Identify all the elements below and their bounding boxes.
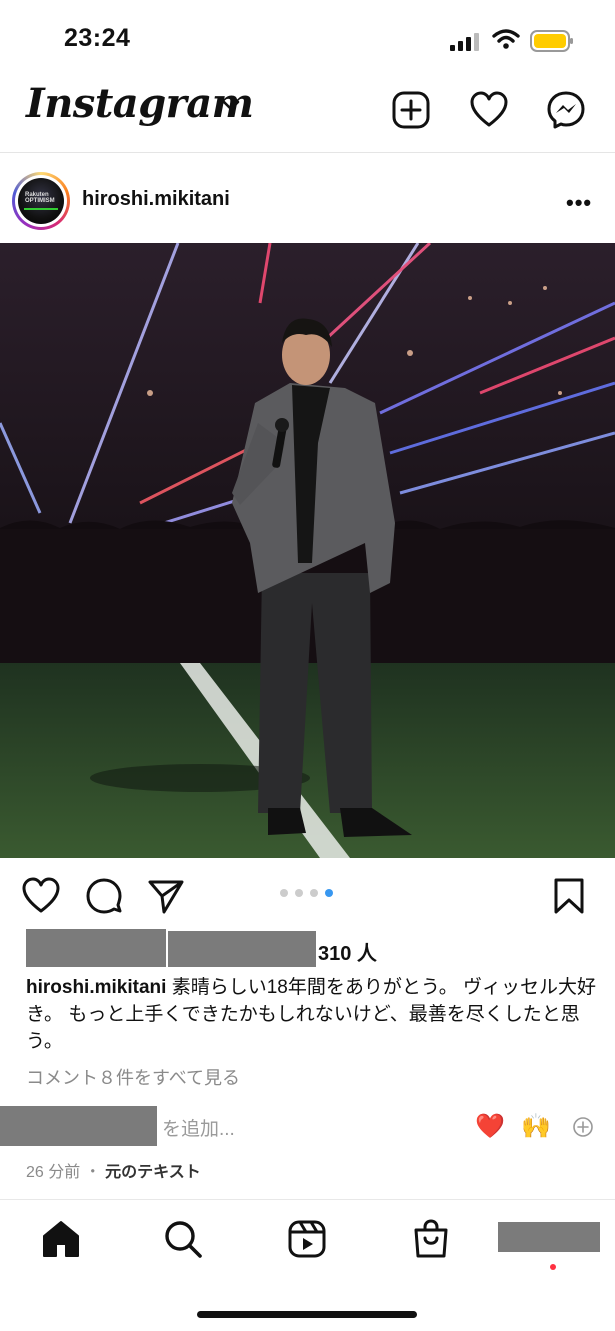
carousel-indicator <box>280 889 333 897</box>
bookmark-icon[interactable] <box>549 876 589 916</box>
home-indicator[interactable] <box>197 1311 417 1318</box>
battery-icon <box>530 30 573 52</box>
signal-icon <box>450 33 479 51</box>
avatar[interactable]: Rakuten OPTIMISM <box>18 178 64 224</box>
share-icon[interactable] <box>146 876 186 916</box>
heart-reaction-button[interactable]: ❤️ <box>475 1112 505 1141</box>
search-icon[interactable] <box>162 1218 204 1260</box>
notification-dot <box>550 1264 556 1270</box>
view-all-comments-link[interactable]: コメント８件をすべて見る <box>26 1064 240 1090</box>
redacted-commenter-avatar <box>0 1106 157 1146</box>
redacted-profile-avatar[interactable] <box>498 1222 600 1252</box>
home-icon[interactable] <box>40 1218 82 1260</box>
reels-icon[interactable] <box>286 1218 328 1260</box>
see-original-link[interactable]: 元のテキスト <box>105 1164 201 1181</box>
caption-username[interactable]: hiroshi.mikitani <box>26 977 166 998</box>
redacted-liker <box>168 931 316 967</box>
add-emoji-icon[interactable] <box>572 1116 594 1138</box>
chevron-down-icon[interactable] <box>222 100 240 112</box>
likes-count[interactable]: 310 人 <box>318 937 377 966</box>
post-photo[interactable] <box>0 243 615 858</box>
comment-icon[interactable] <box>84 876 124 916</box>
redacted-liker <box>26 929 166 967</box>
like-icon[interactable] <box>21 876 61 916</box>
post-caption: hiroshi.mikitani 素晴らしい18年間をありがとう。 ヴィッセル大… <box>26 974 596 1055</box>
post-meta: 26 分前 ・ 元のテキスト <box>26 1158 201 1182</box>
more-options-icon[interactable]: ••• <box>566 190 592 216</box>
messenger-icon[interactable] <box>546 90 586 130</box>
create-post-icon[interactable] <box>391 90 431 130</box>
meta-separator: ・ <box>84 1164 101 1181</box>
shop-icon[interactable] <box>410 1218 452 1260</box>
instagram-logo[interactable]: Instagram <box>26 80 254 127</box>
nav-divider <box>0 1199 615 1200</box>
avatar-label: Rakuten OPTIMISM <box>25 192 55 204</box>
heart-icon[interactable] <box>469 90 509 130</box>
wifi-icon <box>492 29 520 49</box>
header-divider <box>0 152 615 153</box>
post-username[interactable]: hiroshi.mikitani <box>82 188 230 211</box>
status-time: 23:24 <box>64 24 131 52</box>
clap-reaction-button[interactable]: 🙌 <box>521 1112 551 1141</box>
time-ago: 26 分前 <box>26 1164 81 1181</box>
add-comment-input[interactable]: を追加... <box>162 1114 235 1141</box>
